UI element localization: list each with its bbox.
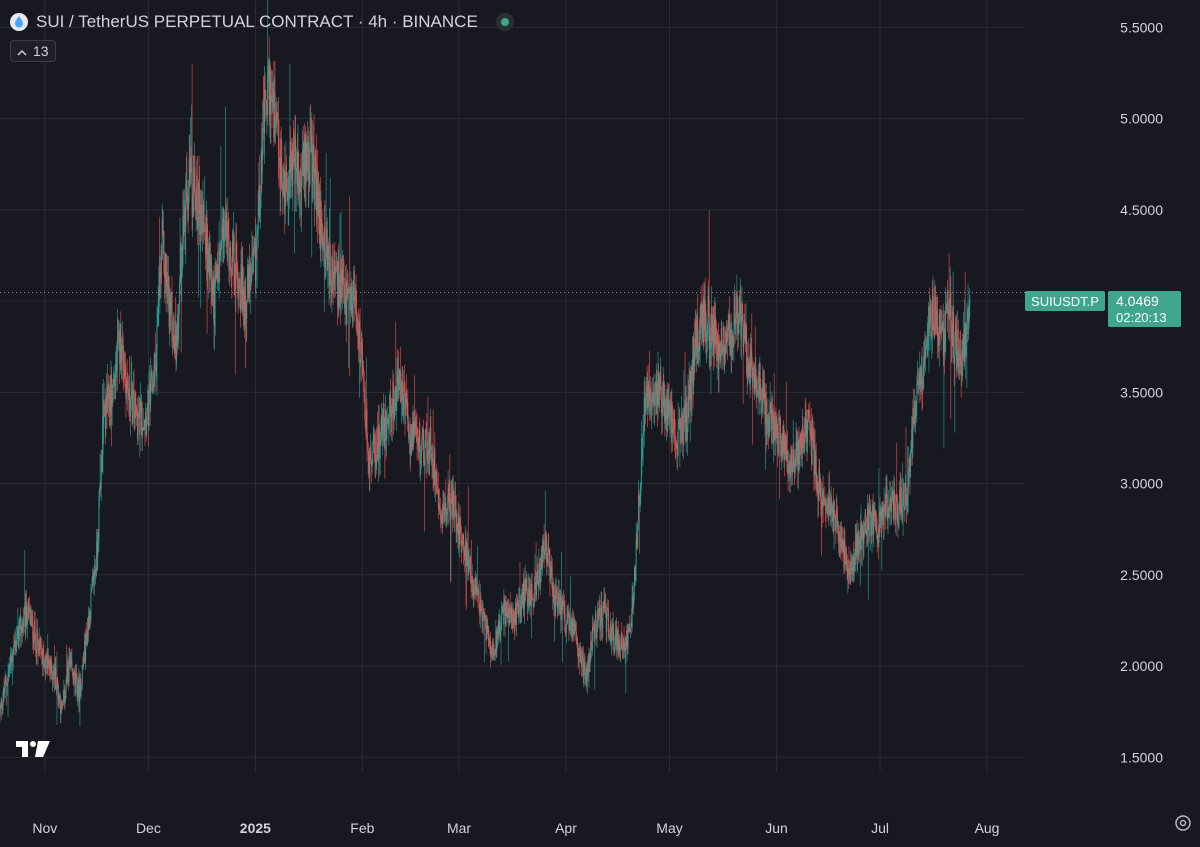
y-tick-label: 5.0000: [1120, 111, 1163, 127]
x-tick-label: Mar: [447, 820, 471, 836]
y-tick-label: 4.5000: [1120, 202, 1163, 218]
indicator-toggle-button[interactable]: 13: [10, 40, 56, 62]
candle-body: [903, 482, 905, 508]
candle-body: [309, 131, 311, 184]
candle-body: [71, 660, 73, 670]
candle-body: [953, 311, 955, 359]
y-tick-label: 1.5000: [1120, 749, 1163, 765]
tradingview-logo-icon[interactable]: [16, 740, 52, 763]
candlestick-series: [0, 0, 971, 727]
candle-body: [40, 645, 42, 655]
candle-body: [600, 617, 601, 631]
candle-body: [135, 393, 137, 406]
candle-body: [203, 204, 205, 230]
x-tick-label: Apr: [555, 820, 577, 836]
candle-body: [697, 316, 699, 351]
candle-body: [133, 389, 135, 413]
x-tick-label: Nov: [32, 820, 57, 836]
candle-body: [90, 591, 92, 620]
candle-body: [359, 320, 361, 363]
x-tick-label: Jul: [871, 820, 889, 836]
candle-body: [868, 513, 869, 530]
candle-body: [35, 635, 37, 651]
candle-body: [194, 167, 196, 197]
candle-body: [629, 627, 631, 632]
candle-body: [353, 270, 355, 300]
candle-body: [267, 77, 268, 116]
candle-body: [969, 295, 971, 305]
candle-body: [346, 297, 348, 325]
x-tick-label: Dec: [136, 820, 161, 836]
gear-icon[interactable]: [1174, 814, 1192, 837]
y-tick-label: 3.0000: [1120, 476, 1163, 492]
axes: 5.50005.00004.50004.00003.50003.00002.50…: [32, 19, 1163, 836]
candle-body: [753, 367, 754, 376]
candle-body: [262, 102, 264, 141]
candle-body: [148, 389, 150, 427]
x-tick-label: 2025: [240, 820, 271, 836]
countdown-text: 02:20:13: [1116, 310, 1167, 325]
candle-body: [828, 488, 830, 498]
price-tag: SUIUSDT.P 4.0469 02:20:13: [1025, 291, 1181, 327]
candle-body: [132, 394, 134, 424]
y-tick-label: 5.5000: [1120, 19, 1163, 35]
candle-body: [589, 661, 591, 666]
y-tick-label: 2.0000: [1120, 658, 1163, 674]
candle-body: [313, 144, 315, 172]
candle-body: [537, 571, 539, 582]
candle-body: [780, 418, 781, 445]
candle-body: [325, 257, 327, 261]
candle-body: [34, 620, 36, 636]
chevron-up-icon: [17, 43, 27, 59]
price-chart[interactable]: 5.50005.00004.50004.00003.50003.00002.50…: [0, 0, 1200, 847]
candle-body: [156, 326, 158, 349]
candle-body: [12, 655, 14, 661]
chart-header: SUI / TetherUS PERPETUAL CONTRACT · 4h ·…: [10, 10, 514, 34]
candle-body: [916, 383, 918, 404]
candle-body: [246, 301, 248, 319]
x-tick-label: May: [656, 820, 682, 836]
candle-body: [436, 478, 438, 487]
x-tick-label: Feb: [350, 820, 374, 836]
x-tick-label: Jun: [765, 820, 788, 836]
candle-body: [146, 424, 148, 434]
candle-body: [680, 418, 681, 439]
candle-body: [834, 509, 836, 516]
indicator-count: 13: [33, 43, 49, 59]
last-price-text: 4.0469: [1116, 293, 1159, 309]
candle-body: [677, 422, 679, 456]
candle-body: [594, 619, 596, 640]
candle-body: [116, 340, 118, 371]
candle-body: [150, 374, 152, 405]
candle-body: [281, 166, 283, 183]
candle-body: [237, 265, 239, 288]
x-tick-label: Aug: [975, 820, 1000, 836]
candle-body: [531, 583, 533, 600]
candle-body: [214, 282, 215, 326]
candle-body: [300, 186, 302, 217]
candle-body: [478, 591, 480, 606]
sui-logo-icon: [10, 13, 28, 31]
market-open-dot-icon[interactable]: [495, 13, 514, 31]
symbol-tag-text: SUIUSDT.P: [1031, 294, 1099, 309]
y-tick-label: 2.5000: [1120, 567, 1163, 583]
candle-body: [372, 452, 374, 463]
candle-body: [135, 405, 137, 409]
candle-body: [627, 630, 629, 647]
chart-title[interactable]: SUI / TetherUS PERPETUAL CONTRACT · 4h ·…: [36, 12, 478, 32]
candle-body: [642, 433, 644, 448]
candle-body: [533, 589, 535, 604]
y-tick-label: 3.5000: [1120, 384, 1163, 400]
candle-body: [445, 501, 447, 509]
candle-body: [518, 600, 520, 614]
